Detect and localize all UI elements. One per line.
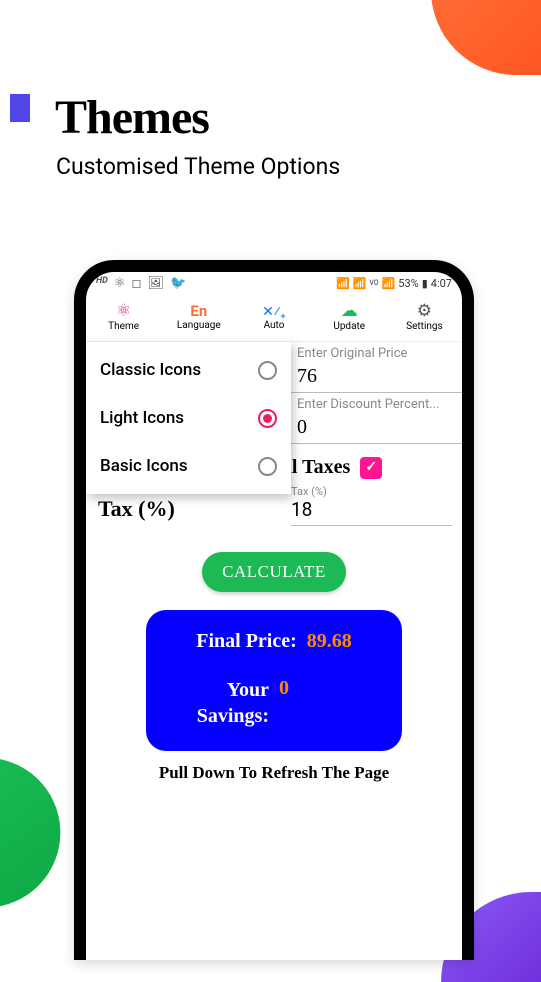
discount-value: 0 (297, 416, 456, 439)
final-price-label: Final Price: (196, 630, 297, 653)
theme-option-label: Classic Icons (100, 360, 201, 380)
hd-indicator: HD (96, 276, 108, 291)
decoration-green (0, 754, 72, 919)
toolbar-settings[interactable]: ⚙ Settings (387, 294, 462, 341)
instagram-icon: ◻ (132, 276, 142, 291)
theme-option-light[interactable]: Light Icons (86, 394, 291, 442)
theme-option-label: Light Icons (100, 408, 184, 428)
update-icon: ☁ (341, 303, 358, 320)
accent-square (10, 94, 30, 122)
battery-percent: 53% (398, 277, 418, 290)
toolbar-update-label: Update (333, 321, 365, 332)
toolbar-theme-label: Theme (108, 321, 139, 332)
toolbar-theme[interactable]: ⚛ Theme (86, 294, 161, 341)
signal-icon-1: 📶 (353, 277, 367, 290)
calculate-button[interactable]: CALCULATE (202, 552, 346, 592)
theme-option-label: Basic Icons (100, 456, 188, 476)
picture-icon: 🖼 (147, 276, 164, 291)
theme-dropdown: Classic Icons Light Icons Basic Icons (86, 342, 291, 494)
check-icon: ✓ (365, 459, 377, 476)
volte-icon: VO (369, 279, 378, 287)
tax-input[interactable]: Tax (%) 18 (291, 485, 452, 526)
auto-icon: ✕⁄₊ (262, 305, 286, 319)
status-bar: HD ⚛ ◻ 🖼 🐦 📶 📶 VO 📶 53% ▮ 4:07 (86, 272, 462, 294)
tax-value: 18 (291, 498, 452, 521)
settings-icon: ⚙ (417, 303, 432, 320)
signal-icon-2: 📶 (382, 277, 396, 290)
tax-label: Tax (%) (96, 496, 291, 526)
toolbar-language-label: Language (177, 320, 221, 331)
theme-option-classic[interactable]: Classic Icons (86, 346, 291, 394)
twitter-icon: 🐦 (170, 276, 186, 291)
toolbar-auto[interactable]: ✕⁄₊ Auto (236, 294, 311, 341)
theme-option-basic[interactable]: Basic Icons (86, 442, 291, 490)
discount-placeholder: Enter Discount Percent... (297, 397, 456, 412)
original-price-value: 76 (297, 365, 456, 388)
toolbar-settings-label: Settings (406, 321, 443, 332)
savings-label: Your Savings: (164, 677, 269, 729)
clock-time: 4:07 (431, 277, 452, 290)
battery-icon: ▮ (422, 277, 428, 290)
theme-icon: ⚛ (116, 303, 131, 320)
radio-unchecked-icon (258, 361, 277, 380)
radio-unchecked-icon (258, 457, 277, 476)
toolbar-language[interactable]: En Language (161, 294, 236, 341)
toolbar-auto-label: Auto (264, 320, 285, 331)
discount-input[interactable]: Enter Discount Percent... 0 (291, 393, 462, 444)
pull-refresh-hint: Pull Down To Refresh The Page (86, 763, 462, 783)
toolbar: ⚛ Theme En Language ✕⁄₊ Auto ☁ Update ⚙ … (86, 294, 462, 342)
atom-icon: ⚛ (114, 276, 126, 291)
final-price-value: 89.68 (307, 630, 352, 653)
page-header: Themes Customised Theme Options (0, 0, 541, 180)
radio-checked-icon (258, 409, 277, 428)
tax-placeholder: Tax (%) (291, 485, 452, 498)
toolbar-update[interactable]: ☁ Update (312, 294, 387, 341)
original-price-input[interactable]: Enter Original Price 76 (291, 342, 462, 393)
phone-mockup: HD ⚛ ◻ 🖼 🐦 📶 📶 VO 📶 53% ▮ 4:07 ⚛ Theme E… (74, 260, 474, 960)
result-card: Final Price: 89.68 Your Savings: 0 (146, 610, 402, 751)
page-title: Themes (55, 90, 541, 145)
language-icon: En (190, 304, 207, 319)
wifi-icon: 📶 (336, 277, 350, 290)
page-subtitle: Customised Theme Options (56, 153, 541, 180)
add-taxes-checkbox[interactable]: ✓ (360, 457, 382, 479)
original-price-placeholder: Enter Original Price (297, 346, 456, 361)
savings-value: 0 (279, 677, 384, 700)
